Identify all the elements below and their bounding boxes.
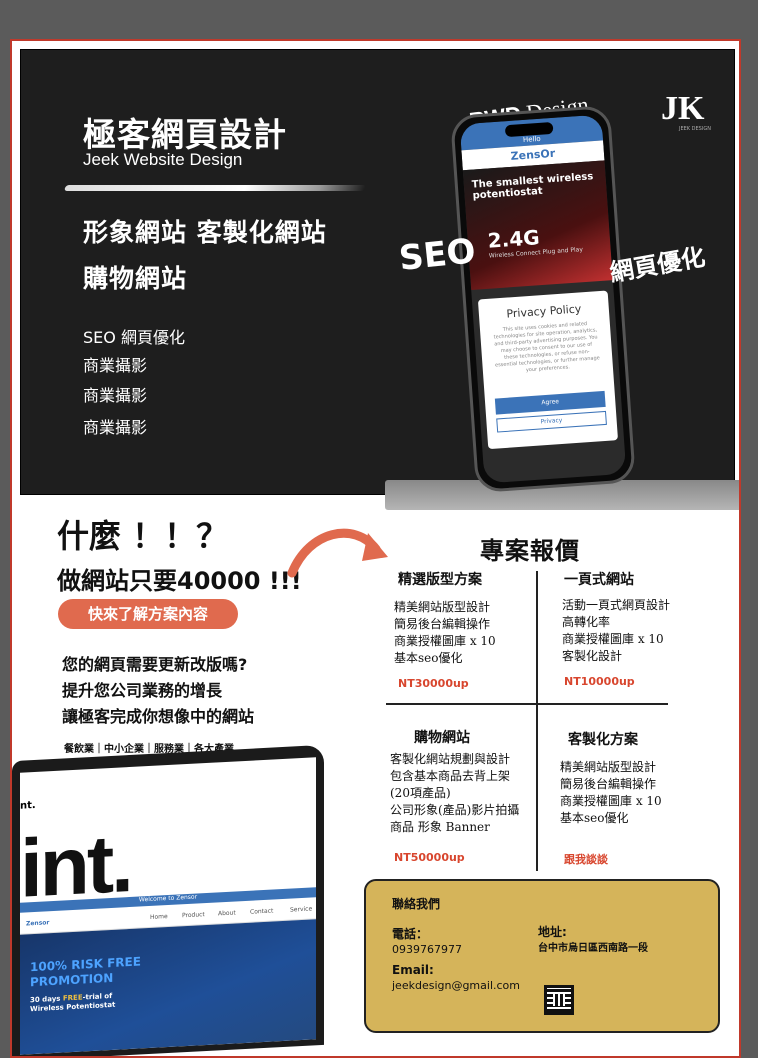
laptop-mockup: nt. int. Welcome to Zensor Zensor Home P…: [12, 744, 324, 1056]
promo-trial: 30 days FREE-trial of Wireless Potentiost…: [30, 991, 116, 1014]
email-label: Email:: [392, 963, 434, 977]
phone-headline: The smallest wireless potentiostat: [471, 171, 594, 202]
phone-label: 電話：: [392, 927, 429, 941]
curved-arrow-icon: [287, 528, 388, 578]
plan-price: 跟我談談: [564, 853, 608, 866]
contact-box: 聯絡我們 電話： 0939767977 地址: 台中市烏日區西南路一段 Emai…: [364, 879, 720, 1033]
plan-items: 精美網站版型設計 簡易後台編輯操作 商業授權圖庫 x 10 基本seo優化: [394, 600, 496, 665]
privacy-dialog: Privacy Policy This site uses cookies an…: [477, 290, 619, 450]
brush-divider: [63, 185, 367, 191]
plan-name: 購物網站: [414, 730, 470, 746]
pitch-line: 您的網頁需要更新改版嗎?: [62, 655, 248, 674]
services-line-1: 形象網站 客製化網站: [83, 218, 327, 247]
plan-price: NT50000up: [394, 851, 465, 864]
jeek-logo: JK JEEK DESIGN: [661, 90, 711, 132]
privacy-button[interactable]: Privacy: [496, 410, 607, 433]
laptop-nav-item[interactable]: Product: [182, 911, 205, 919]
plan-name: 客製化方案: [568, 732, 638, 748]
question-headline: 什麼 ！！？: [57, 517, 229, 555]
plan-name: 精選版型方案: [398, 572, 482, 588]
plan-items: 活動一頁式網頁設計 高轉化率 商業授權圖庫 x 10 客製化設計: [562, 598, 671, 663]
laptop-nav-item[interactable]: About: [218, 909, 236, 917]
privacy-text: This site uses cookies and related techn…: [493, 320, 600, 374]
feature-item: 商業攝影: [83, 386, 148, 405]
price-headline: 做網站只要40000 !!!: [57, 567, 302, 595]
seo-label: SEO: [397, 231, 478, 279]
services-line-2: 購物網站: [83, 264, 188, 293]
laptop-promo-banner: 100% RISK FREE PROMOTION 30 days FREE-tri…: [20, 919, 316, 1055]
pitch-line: 讓極客完成你想像中的網站: [62, 707, 255, 726]
contact-heading: 聯絡我們: [392, 897, 441, 911]
phone-number[interactable]: 0939767977: [392, 943, 462, 956]
feature-item: SEO 網頁優化: [83, 328, 185, 347]
qr-code-icon[interactable]: [544, 985, 574, 1015]
quote-title: 專案報價: [480, 537, 580, 565]
phone-mockup: Hello ZensOr The smallest wireless poten…: [450, 104, 636, 494]
email-address[interactable]: jeekdesign@gmail.com: [392, 979, 520, 992]
plan-items: 精美網站版型設計 簡易後台編輯操作 商業授權圖庫 x 10 基本seo優化: [560, 760, 662, 825]
privacy-title: Privacy Policy: [506, 302, 582, 321]
hero-subtitle: Jeek Website Design: [83, 150, 243, 169]
pitch-line: 提升您公司業務的增長: [62, 681, 223, 700]
laptop-small-logo: nt.: [20, 799, 36, 812]
laptop-nav-item[interactable]: Contact: [250, 907, 273, 915]
feature-item: 商業攝影: [83, 356, 148, 375]
laptop-nav-item[interactable]: Service: [290, 905, 312, 913]
address-value: 台中市烏日區西南路一段: [538, 943, 648, 954]
learn-plans-button[interactable]: 快來了解方案內容: [58, 599, 238, 629]
laptop-brand: Zensor: [26, 919, 50, 928]
flyer: 極客網頁設計 Jeek Website Design 形象網站 客製化網站 購物…: [10, 39, 741, 1058]
hero-section: 極客網頁設計 Jeek Website Design 形象網站 客製化網站 購物…: [20, 49, 739, 510]
quote-divider-horizontal: [386, 703, 668, 705]
laptop-screen: nt. int. Welcome to Zensor Zensor Home P…: [20, 757, 316, 1055]
promo-headline: 100% RISK FREE PROMOTION: [30, 954, 141, 990]
address-label: 地址:: [538, 925, 567, 939]
phone-banner: The smallest wireless potentiostat 2.4G …: [462, 160, 613, 290]
quote-divider-vertical: [536, 571, 538, 871]
plan-price: NT30000up: [398, 677, 469, 690]
optimization-label: 網頁優化: [607, 242, 708, 288]
plan-name: 一頁式網站: [564, 572, 634, 588]
plan-items: 客製化網站規劃與設計 包含基本商品去背上架 (20項產品) 公司形象(產品)影片拍攝商…: [390, 752, 520, 834]
plan-price: NT10000up: [564, 675, 635, 688]
feature-item: 商業攝影: [83, 418, 148, 437]
laptop-nav-item[interactable]: Home: [150, 913, 168, 921]
phone-big-text: 2.4G: [486, 225, 541, 253]
hero-title: 極客網頁設計: [83, 115, 287, 154]
